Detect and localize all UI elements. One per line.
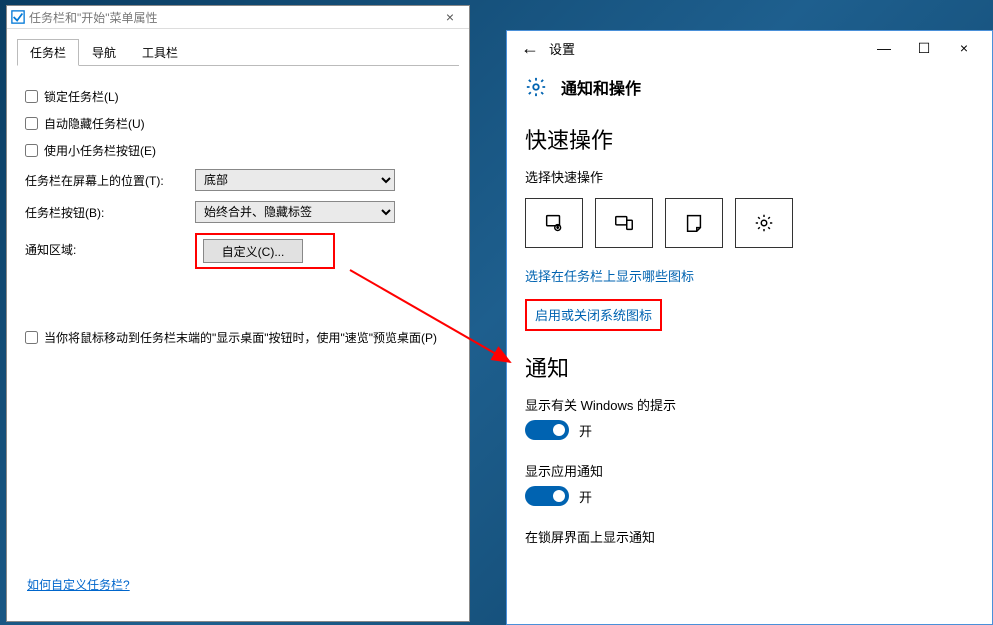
peek-row: 当你将鼠标移动到任务栏末端的"显示桌面"按钮时，使用"速览"预览桌面(P) (25, 329, 451, 346)
taskbar-properties-dialog: 任务栏和"开始"菜单属性 × 任务栏 导航 工具栏 锁定任务栏(L) 自动隐藏任… (6, 5, 470, 622)
windows-tips-label: 显示有关 Windows 的提示 (525, 395, 974, 414)
link-choose-icons[interactable]: 选择在任务栏上显示哪些图标 (525, 266, 694, 285)
app-notify-row: 显示应用通知 开 (525, 461, 974, 511)
help-link[interactable]: 如何自定义任务栏? (27, 576, 130, 593)
customize-button[interactable]: 自定义(C)... (203, 239, 303, 263)
small-buttons-checkbox[interactable] (25, 144, 38, 157)
settings-titlebar-title: 设置 (549, 39, 864, 58)
notify-area-row: 通知区域: 自定义(C)... (25, 233, 451, 269)
tab-navigation[interactable]: 导航 (79, 39, 129, 65)
dialog-titlebar: 任务栏和"开始"菜单属性 × (7, 6, 469, 29)
position-select[interactable]: 底部 (195, 169, 395, 191)
close-button[interactable]: × (435, 9, 465, 25)
maximize-button[interactable]: ☐ (904, 40, 944, 57)
tab-strip: 任务栏 导航 工具栏 (17, 39, 459, 66)
settings-window: ← 设置 — ☐ × 通知和操作 快速操作 选择快速操作 (506, 30, 993, 625)
qa-tile-connect[interactable] (595, 198, 653, 248)
windows-tips-row: 显示有关 Windows 的提示 开 (525, 395, 974, 445)
settings-header-title: 通知和操作 (561, 75, 641, 99)
windows-tips-toggle[interactable]: 开 (525, 420, 592, 440)
qa-tile-note[interactable] (665, 198, 723, 248)
quick-actions-sub: 选择快速操作 (525, 167, 974, 186)
peek-label: 当你将鼠标移动到任务栏末端的"显示桌面"按钮时，使用"速览"预览桌面(P) (44, 329, 437, 346)
buttons-label: 任务栏按钮(B): (25, 204, 195, 221)
lock-taskbar-label: 锁定任务栏(L) (44, 88, 119, 105)
small-buttons-label: 使用小任务栏按钮(E) (44, 142, 156, 159)
lock-taskbar-row: 锁定任务栏(L) (25, 88, 451, 105)
notifications-section: 通知 显示有关 Windows 的提示 开 显示应用通知 开 在锁屏界面上显示通… (507, 343, 992, 556)
gear-icon (525, 76, 547, 98)
tab-toolbars[interactable]: 工具栏 (129, 39, 191, 65)
autohide-label: 自动隐藏任务栏(U) (44, 115, 145, 132)
small-buttons-row: 使用小任务栏按钮(E) (25, 142, 451, 159)
tab-taskbar[interactable]: 任务栏 (17, 39, 79, 66)
customize-highlight: 自定义(C)... (195, 233, 335, 269)
settings-titlebar: ← 设置 — ☐ × (507, 31, 992, 65)
autohide-row: 自动隐藏任务栏(U) (25, 115, 451, 132)
link-highlight: 启用或关闭系统图标 (525, 299, 662, 331)
buttons-select[interactable]: 始终合并、隐藏标签 (195, 201, 395, 223)
tab-panel: 锁定任务栏(L) 自动隐藏任务栏(U) 使用小任务栏按钮(E) 任务栏在屏幕上的… (7, 66, 469, 366)
notify-area-label: 通知区域: (25, 233, 195, 258)
position-label: 任务栏在屏幕上的位置(T): (25, 172, 195, 189)
dialog-title: 任务栏和"开始"菜单属性 (29, 9, 435, 26)
quick-actions-section: 快速操作 选择快速操作 选择在任务栏上显示哪些图标 启用或关闭系统图标 (507, 115, 992, 335)
app-notify-label: 显示应用通知 (525, 461, 974, 480)
back-button[interactable]: ← (521, 38, 539, 59)
quick-action-tiles (525, 198, 974, 248)
buttons-row: 任务栏按钮(B): 始终合并、隐藏标签 (25, 201, 451, 223)
app-notify-toggle[interactable]: 开 (525, 486, 592, 506)
link-system-icons[interactable]: 启用或关闭系统图标 (535, 305, 652, 324)
app-notify-state: 开 (579, 487, 592, 506)
qa-tile-settings[interactable] (735, 198, 793, 248)
lock-screen-notify-label: 在锁屏界面上显示通知 (525, 527, 974, 546)
lock-taskbar-checkbox[interactable] (25, 90, 38, 103)
minimize-button[interactable]: — (864, 40, 904, 56)
qa-tile-tablet[interactable] (525, 198, 583, 248)
settings-header: 通知和操作 (507, 65, 992, 115)
close-button[interactable]: × (944, 40, 984, 56)
position-row: 任务栏在屏幕上的位置(T): 底部 (25, 169, 451, 191)
windows-tips-state: 开 (579, 421, 592, 440)
app-icon (11, 10, 25, 24)
autohide-checkbox[interactable] (25, 117, 38, 130)
quick-actions-heading: 快速操作 (525, 123, 974, 155)
notifications-heading: 通知 (525, 351, 974, 383)
lock-screen-notify-row: 在锁屏界面上显示通知 (525, 527, 974, 546)
peek-checkbox[interactable] (25, 331, 38, 344)
